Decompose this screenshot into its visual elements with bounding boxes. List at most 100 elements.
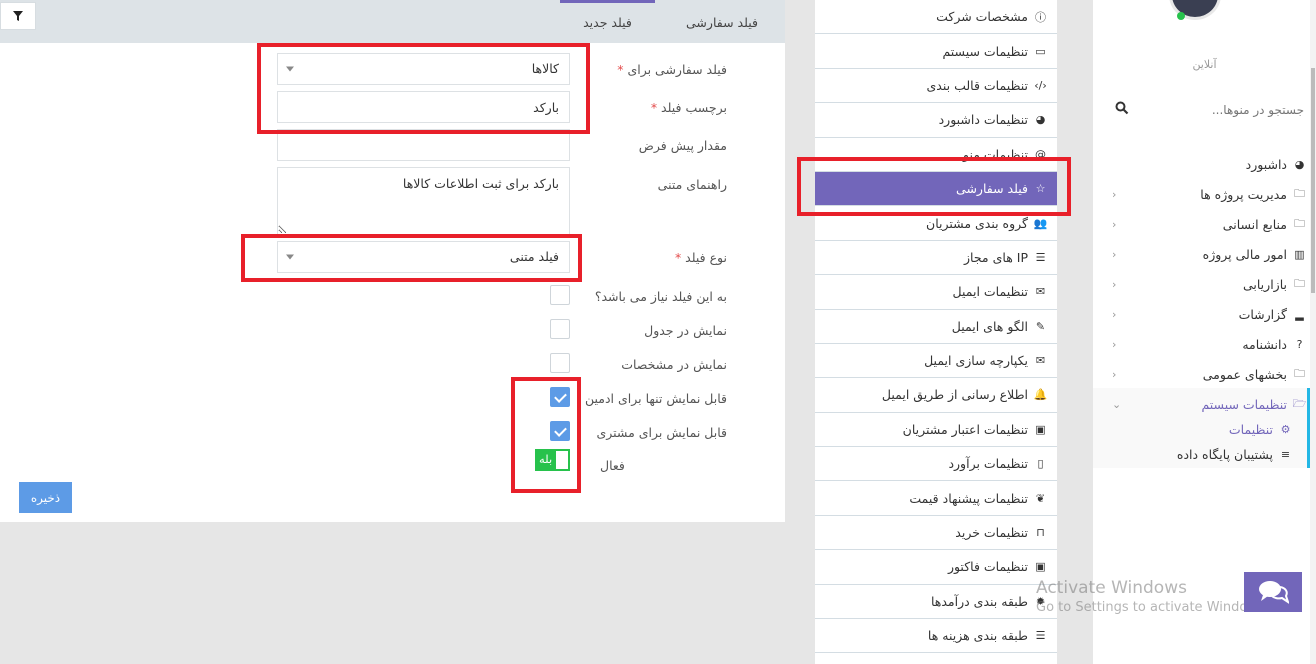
admin-only-checkbox[interactable]: [550, 387, 570, 407]
settings-menu-item[interactable]: ☰ IP های مجاز: [815, 241, 1057, 276]
field-label-label-text: برچسب فیلد: [661, 100, 727, 115]
settings-menu-item-label: تنظیمات منو: [963, 146, 1028, 162]
field-label-row: برچسب فیلد *: [277, 91, 727, 123]
settings-menu-item[interactable]: ✹ طبقه بندی درآمدها: [815, 585, 1057, 620]
field-label-label: برچسب فیلد *: [651, 100, 727, 115]
envelope-outline-icon: ✉: [1035, 354, 1046, 368]
question-circle-icon: ?: [1296, 337, 1303, 351]
settings-menu-item[interactable]: ✉ تنظیمات ایمیل: [815, 275, 1057, 310]
scrollbar-thumb[interactable]: [1311, 68, 1315, 293]
settings-menu-item-label: طبقه بندی درآمدها: [930, 593, 1028, 609]
custom-field-for-value: کالاها: [531, 61, 559, 76]
menu-search-input[interactable]: [1104, 98, 1304, 122]
settings-menu-item[interactable]: ▭ تنظیمات سیستم: [815, 34, 1057, 69]
customer-visible-label: قابل نمایش برای مشتری: [596, 425, 727, 440]
settings-menu-item-label: تنظیمات قالب بندی: [926, 77, 1029, 93]
folder-icon: 🗀: [1294, 276, 1305, 290]
settings-menu-item[interactable]: 🔔 اطلاع رسانی از طریق ایمیل: [815, 378, 1057, 413]
filter-button[interactable]: [0, 2, 36, 30]
leaf-icon: ❦: [1035, 491, 1046, 505]
help-text-textarea[interactable]: بارکد برای ثبت اطلاعات کالاها: [277, 167, 570, 235]
sidebar-nav-item-label: داشبورد: [1245, 156, 1287, 172]
sidebar-nav-item[interactable]: 🗁 تنظیمات سیستم ⌄: [1106, 393, 1306, 415]
bell-icon: 🔔: [1033, 388, 1048, 402]
money-icon: ▣: [1035, 422, 1046, 436]
monitor-icon: ▭: [1035, 44, 1046, 58]
settings-menu-item-label: تنظیمات برآورد: [948, 456, 1028, 472]
custom-field-form-panel: فیلد سفارشی فیلد جدید کالاها فیلد سفارشی…: [0, 0, 785, 522]
required-checkbox[interactable]: [550, 285, 570, 305]
settings-menu-item[interactable]: ☰ طبقه بندی هزینه ها: [815, 619, 1057, 654]
required-mark: *: [650, 100, 658, 115]
help-text-row: بارکد برای ثبت اطلاعات کالاها راهنمای مت…: [277, 167, 727, 235]
at-icon: @: [1035, 147, 1046, 161]
checkbox-row-show-in-table: نمایش در جدول: [550, 319, 727, 341]
filter-icon: [13, 11, 23, 21]
settings-menu-item[interactable]: ❦ تنظیمات پیشنهاد قیمت: [815, 481, 1057, 516]
bar-chart-icon: ▂: [1295, 307, 1304, 321]
default-value-row: مقدار پیش فرض: [277, 129, 727, 161]
settings-menu-item-label: مشخصات شرکت: [936, 9, 1028, 25]
sidebar-subnav-item-label: تنظیمات: [1228, 421, 1273, 437]
sidebar-nav-item[interactable]: 🗀 مدیریت پروژه ها ‹: [1106, 183, 1306, 205]
chevron-down-icon: [286, 66, 294, 72]
settings-menu-item[interactable]: @ تنظیمات منو: [815, 138, 1057, 172]
settings-menu-item[interactable]: ▣ تنظیمات فاکتور: [815, 550, 1057, 585]
sidebar-nav-item[interactable]: ▂ گزارشات ‹: [1106, 303, 1306, 325]
chat-button[interactable]: [1244, 572, 1302, 612]
settings-menu-item[interactable]: ☆ فیلد سفارشی: [815, 171, 1057, 207]
chevron-down-icon: [286, 254, 294, 260]
money-icon: ▣: [1035, 560, 1046, 574]
settings-menu-item[interactable]: ⓘ مشخصات شرکت: [815, 0, 1057, 35]
settings-menu-item-label: تنظیمات داشبورد: [938, 112, 1028, 128]
online-status-dot: [1177, 12, 1185, 20]
chevron-down-icon: ⌄: [1112, 397, 1122, 411]
field-type-select[interactable]: فیلد متنی: [277, 241, 570, 273]
tab-custom-field[interactable]: فیلد سفارشی: [677, 0, 767, 43]
search-icon[interactable]: [1115, 101, 1129, 115]
sidebar-nav-item[interactable]: ◕ داشبورد: [1106, 153, 1306, 175]
settings-menu-item[interactable]: ✎ الگو های ایمیل: [815, 310, 1057, 344]
sidebar-subnav-item[interactable]: ≡ پشتیبان پایگاه داده: [1106, 443, 1292, 465]
settings-menu-item[interactable]: ▯ تنظیمات برآورد: [815, 447, 1057, 482]
help-text-label: راهنمای متنی: [657, 177, 727, 192]
settings-menu-item[interactable]: ▣ تنظیمات اعتبار مشتریان: [815, 413, 1057, 448]
checkbox-row-show-in-details: نمایش در مشخصات: [550, 353, 727, 375]
field-type-label: نوع فیلد *: [675, 250, 727, 265]
save-button[interactable]: ذخیره: [19, 482, 72, 513]
sidebar-nav-item[interactable]: 🗀 منابع انسانی ‹: [1106, 213, 1306, 235]
show-in-table-checkbox[interactable]: [550, 319, 570, 339]
chevron-left-icon: ‹: [1112, 187, 1117, 201]
file-icon: ▯: [1037, 457, 1044, 471]
sidebar-nav-item[interactable]: ? دانشنامه ‹: [1106, 333, 1306, 355]
settings-menu-item-label: الگو های ایمیل: [951, 318, 1028, 334]
settings-menu-item[interactable]: 👥 گروه بندی مشتریان: [815, 206, 1057, 241]
shopping-bag-icon: ⊓: [1036, 526, 1045, 540]
dashboard-icon: ◕: [1035, 113, 1046, 127]
settings-menu: ⓘ مشخصات شرکت ▭ تنظیمات سیستم ‹/› تنظیمات قال…: [815, 0, 1057, 664]
sidebar-scrollbar[interactable]: [1310, 0, 1316, 664]
settings-menu-item-label: فیلد سفارشی: [956, 181, 1028, 197]
sidebar-nav-item[interactable]: 🗀 بخشهای عمومی ‹: [1106, 363, 1306, 385]
sidebar-nav-item[interactable]: 🗀 بازاریابی ‹: [1106, 273, 1306, 295]
settings-menu-item[interactable]: ‹/› تنظیمات قالب بندی: [815, 69, 1057, 104]
sidebar-subnav-item[interactable]: ⚙ تنظیمات: [1106, 418, 1292, 440]
custom-field-for-select[interactable]: کالاها: [277, 53, 570, 85]
field-label-input[interactable]: [277, 91, 570, 123]
custom-field-for-label: فیلد سفارشی برای *: [617, 62, 727, 77]
settings-menu-item[interactable]: ✉ یکپارچه سازی ایمیل: [815, 344, 1057, 379]
custom-field-for-label-text: فیلد سفارشی برای: [627, 62, 727, 77]
active-toggle[interactable]: بله: [535, 449, 570, 471]
default-value-input[interactable]: [277, 129, 570, 161]
customer-visible-checkbox[interactable]: [550, 421, 570, 441]
settings-menu-item-label: گروه بندی مشتریان: [926, 215, 1028, 231]
main-sidebar: آنلاین ◕ داشبورد 🗀 مدیریت پروژه ها ‹ 🗀 منابع ا…: [1093, 0, 1316, 664]
sidebar-nav-item[interactable]: ▥ امور مالی پروژه ‹: [1106, 243, 1306, 265]
tab-new-field[interactable]: فیلد جدید: [560, 0, 655, 43]
folder-open-icon: 🗁: [1292, 396, 1307, 410]
show-in-details-checkbox[interactable]: [550, 353, 570, 373]
settings-menu-item[interactable]: ◕ تنظیمات داشبورد: [815, 103, 1057, 138]
settings-menu-item-label: تنظیمات اعتبار مشتریان: [902, 421, 1028, 437]
required-mark: *: [617, 62, 624, 77]
settings-menu-item[interactable]: ⊓ تنظیمات خرید: [815, 516, 1057, 551]
